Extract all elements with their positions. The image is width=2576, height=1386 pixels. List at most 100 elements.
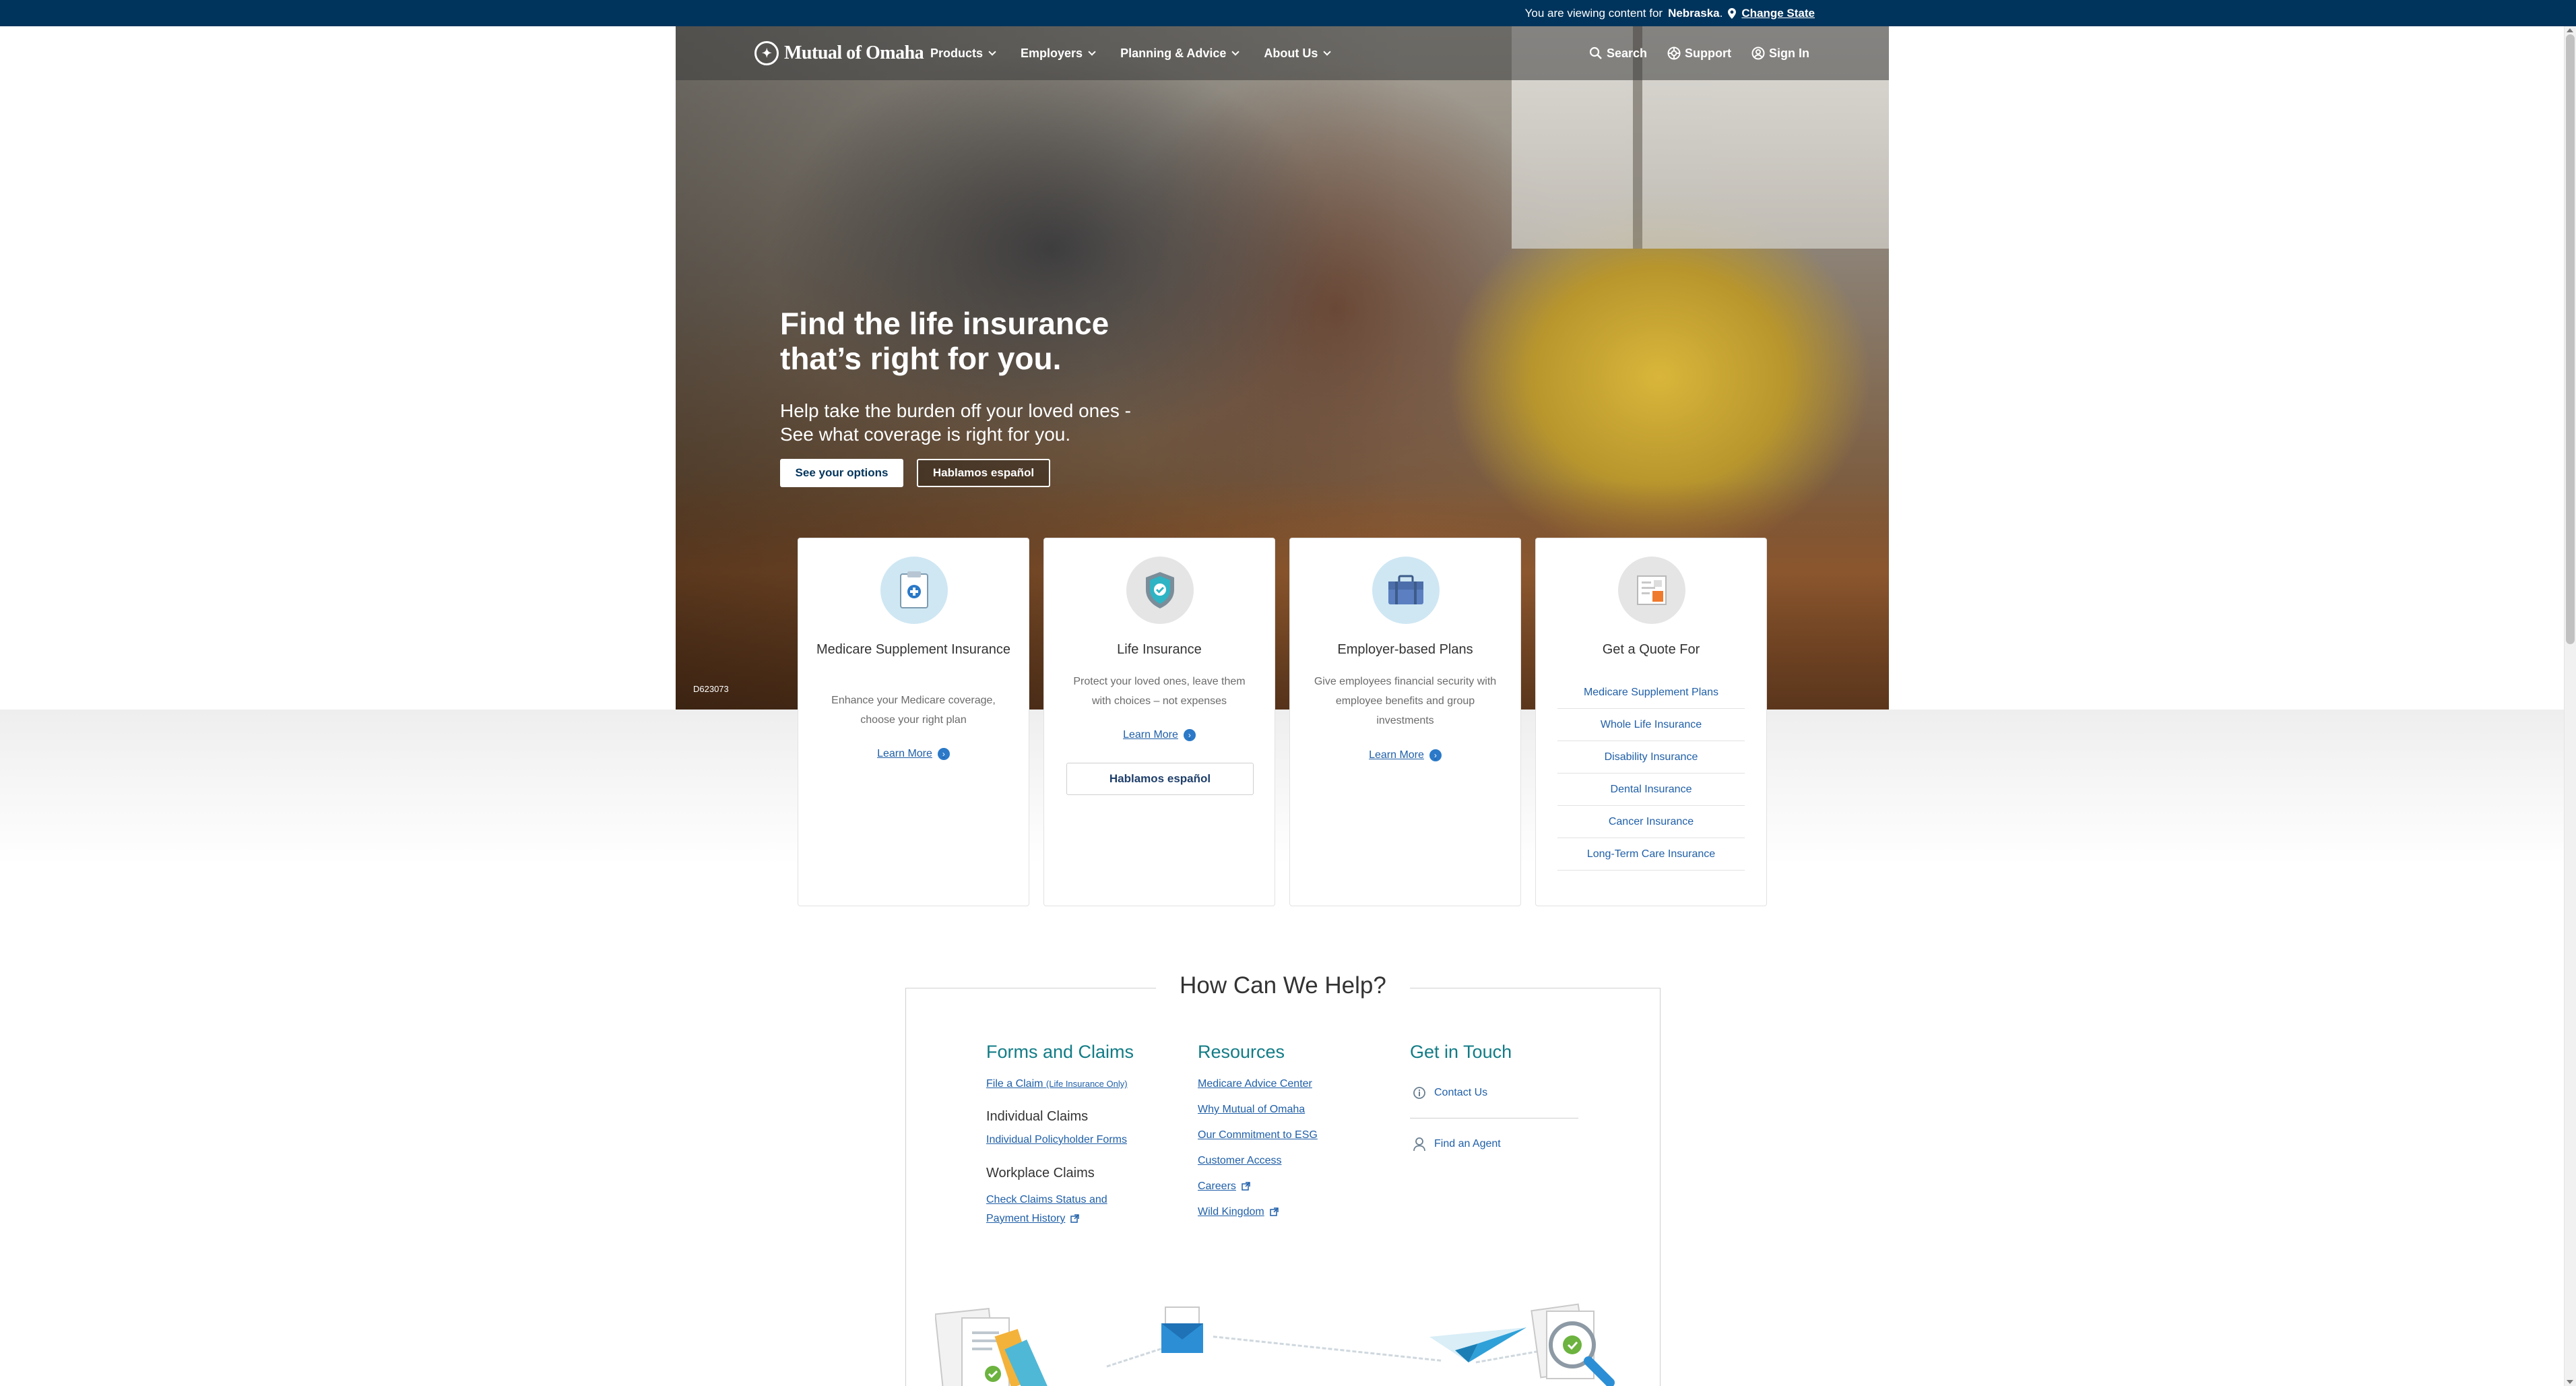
mutual-of-omaha-logo[interactable]: ✦ Mutual of Omaha (754, 41, 924, 65)
individual-claims-heading: Individual Claims (986, 1109, 1089, 1124)
nav-products-label: Products (930, 46, 984, 60)
contact-us-link[interactable]: Contact Us (1413, 1086, 1487, 1100)
quote-disability[interactable]: Disability Insurance (1557, 741, 1745, 774)
magnifier-document-illustration-icon (1531, 1303, 1615, 1386)
individual-policyholder-forms-link[interactable]: Individual Policyholder Forms (986, 1134, 1127, 1146)
card-title: Medicare Supplement Insurance (816, 642, 1010, 657)
careers-label: Careers (1198, 1180, 1236, 1192)
commitment-to-esg-link[interactable]: Our Commitment to ESG (1198, 1129, 1318, 1141)
nav-employers-label: Employers (1021, 46, 1083, 60)
documents-illustration-icon (935, 1308, 1049, 1386)
nav-about-us[interactable]: About Us (1264, 46, 1332, 61)
card-medicare-supplement: Medicare Supplement Insurance Enhance yo… (798, 538, 1029, 906)
page-scrollbar[interactable] (2564, 26, 2576, 1386)
why-mutual-of-omaha-link[interactable]: Why Mutual of Omaha (1198, 1104, 1305, 1116)
chevron-down-icon (1231, 48, 1240, 56)
chevron-down-icon (1088, 48, 1096, 56)
get-in-touch-heading: Get in Touch (1410, 1042, 1512, 1062)
support-button[interactable]: Support (1667, 46, 1731, 61)
learn-more-employer-link[interactable]: Learn More › (1290, 749, 1520, 761)
hero-title: Find the life insurance that’s right for… (780, 306, 1109, 376)
help-title: How Can We Help? (1156, 972, 1410, 999)
hero-subtitle: Help take the burden off your loved ones… (780, 400, 1131, 445)
logo-text: Mutual of Omaha (784, 42, 924, 63)
hablamos-espanol-card-button[interactable]: Hablamos español (1066, 763, 1254, 795)
external-link-icon (1242, 1182, 1250, 1191)
learn-more-label: Learn More (1369, 749, 1424, 761)
external-link-icon (1269, 1207, 1279, 1217)
nav-products[interactable]: Products (930, 46, 996, 61)
see-your-options-button[interactable]: See your options (780, 459, 903, 487)
change-state-link[interactable]: Change State (1741, 7, 1815, 20)
medicare-advice-center-link[interactable]: Medicare Advice Center (1198, 1078, 1312, 1090)
touch-divider (1410, 1118, 1578, 1119)
wild-kingdom-link[interactable]: Wild Kingdom (1198, 1206, 1279, 1218)
quote-form-icon (1618, 557, 1685, 624)
file-claim-note: (Life Insurance Only) (1045, 1079, 1128, 1089)
scroll-up-icon[interactable] (2567, 28, 2573, 32)
sign-in-button[interactable]: Sign In (1751, 46, 1809, 61)
check-claims-line1: Check Claims Status and (986, 1194, 1107, 1205)
nav-links: Products Employers Planning & Advice Abo… (930, 26, 1332, 80)
learn-more-medicare-link[interactable]: Learn More › (798, 748, 1029, 760)
customer-access-link[interactable]: Customer Access (1198, 1155, 1281, 1167)
chevron-down-icon (1323, 48, 1332, 56)
state-bar: You are viewing content for Nebraska. Ch… (0, 0, 2576, 26)
hero-image-code: D623073 (693, 684, 729, 694)
main-nav: ✦ Mutual of Omaha Products Employers Pla… (676, 26, 1889, 80)
quote-whole-life[interactable]: Whole Life Insurance (1557, 709, 1745, 741)
nav-planning-advice[interactable]: Planning & Advice (1120, 46, 1240, 61)
nav-employers[interactable]: Employers (1021, 46, 1096, 61)
card-description: Protect your loved ones, leave them with… (1073, 676, 1246, 707)
card-employer-plans: Employer-based Plans Give employees fina… (1289, 538, 1521, 906)
careers-link[interactable]: Careers (1198, 1180, 1250, 1193)
quote-list: Medicare Supplement Plans Whole Life Ins… (1557, 676, 1745, 871)
learn-more-life-link[interactable]: Learn More › (1044, 729, 1275, 741)
external-link-icon (1070, 1214, 1080, 1224)
lifebuoy-icon (1667, 46, 1681, 60)
check-claims-status-link[interactable]: Check Claims Status and Payment History (986, 1191, 1107, 1228)
forms-claims-heading: Forms and Claims (986, 1042, 1134, 1062)
indian-head-logo-icon: ✦ (754, 41, 779, 65)
nav-utilities: Search Support Sign In (1589, 26, 1809, 80)
file-claim-label: File a Claim (986, 1078, 1043, 1090)
arrow-right-circle-icon: › (1183, 729, 1196, 741)
card-description: Enhance your Medicare coverage, choose y… (831, 695, 996, 726)
clipboard-plus-icon (880, 557, 948, 624)
user-circle-icon (1751, 46, 1765, 60)
check-claims-line2: Payment History (986, 1213, 1066, 1224)
support-label: Support (1685, 46, 1731, 60)
resources-heading: Resources (1198, 1042, 1285, 1062)
quote-long-term-care[interactable]: Long-Term Care Insurance (1557, 838, 1745, 871)
find-an-agent-link[interactable]: Find an Agent (1413, 1137, 1501, 1152)
arrow-right-circle-icon: › (1429, 749, 1442, 761)
card-get-a-quote: Get a Quote For Medicare Supplement Plan… (1535, 538, 1767, 906)
info-circle-icon (1413, 1087, 1425, 1099)
person-icon (1413, 1137, 1425, 1152)
paper-plane-illustration-icon (1429, 1327, 1526, 1362)
quote-dental[interactable]: Dental Insurance (1557, 774, 1745, 806)
file-a-claim-link[interactable]: File a Claim (Life Insurance Only) (986, 1078, 1128, 1090)
quote-cancer[interactable]: Cancer Insurance (1557, 806, 1745, 838)
scroll-down-icon[interactable] (2567, 1380, 2573, 1384)
wild-kingdom-label: Wild Kingdom (1198, 1206, 1264, 1218)
hablamos-espanol-hero-button[interactable]: Hablamos español (917, 459, 1050, 487)
scrollbar-thumb[interactable] (2566, 34, 2575, 644)
briefcase-icon (1372, 557, 1440, 624)
workplace-claims-heading: Workplace Claims (986, 1166, 1095, 1180)
card-life-insurance: Life Insurance Protect your loved ones, … (1043, 538, 1275, 906)
card-title: Employer-based Plans (1337, 642, 1473, 657)
learn-more-label: Learn More (877, 748, 932, 759)
search-label: Search (1606, 46, 1647, 60)
search-button[interactable]: Search (1589, 46, 1647, 61)
chevron-down-icon (988, 48, 996, 56)
nav-about-label: About Us (1264, 46, 1318, 60)
nav-planning-label: Planning & Advice (1120, 46, 1227, 60)
envelope-illustration-icon (1161, 1306, 1203, 1353)
card-description: Give employees financial security with e… (1314, 676, 1497, 726)
sign-in-label: Sign In (1769, 46, 1809, 60)
location-pin-icon (1728, 7, 1737, 19)
shield-check-icon (1126, 557, 1194, 624)
find-agent-label: Find an Agent (1434, 1138, 1501, 1149)
quote-medicare-supplement[interactable]: Medicare Supplement Plans (1557, 676, 1745, 709)
